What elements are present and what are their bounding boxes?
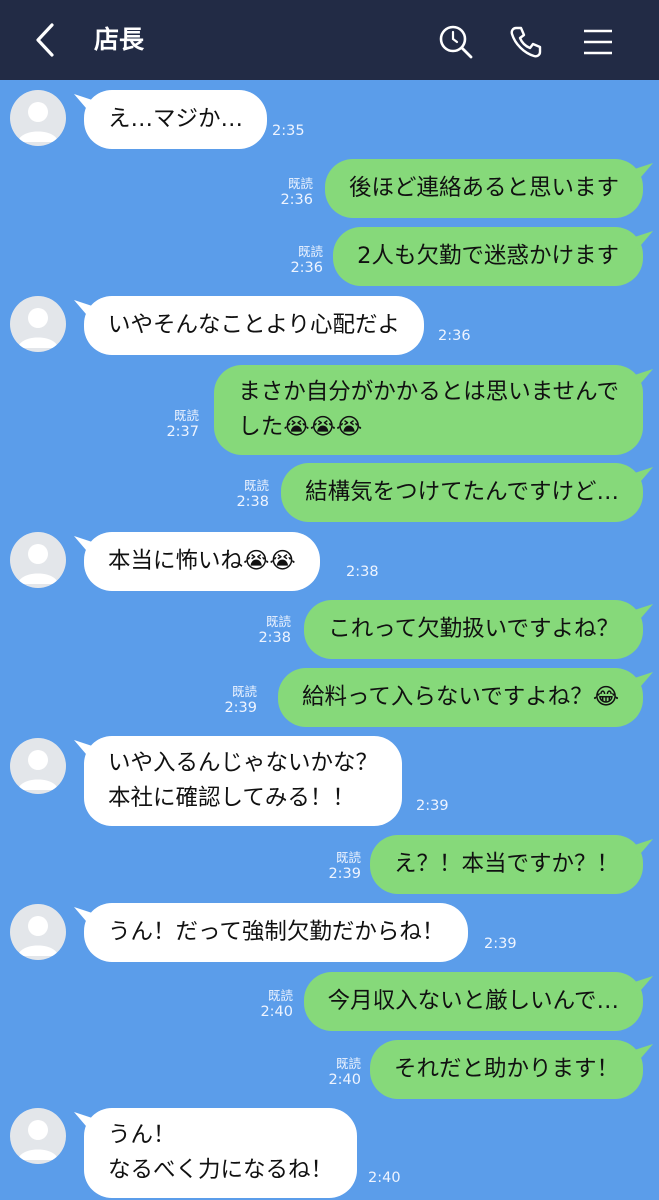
avatar[interactable]	[10, 296, 66, 352]
message-time: 2:37	[166, 424, 199, 440]
message-bubble[interactable]: 今月収入ないと厳しいんで…	[303, 972, 643, 1031]
read-receipt: 既読	[173, 408, 199, 423]
message-meta: 既読 2:36	[290, 244, 323, 276]
search-icon	[439, 25, 473, 59]
message-time: 2:39	[484, 936, 517, 952]
message-bubble[interactable]: それだと助かります！	[369, 1040, 643, 1099]
message-bubble[interactable]: いやそんなことより心配だよ	[84, 296, 425, 355]
message-time: 2:36	[280, 192, 313, 208]
message-bubble[interactable]: これって欠勤扱いですよね？	[304, 600, 643, 659]
call-button[interactable]	[506, 22, 546, 62]
message-time: 2:40	[328, 1072, 361, 1088]
message-time: 2:39	[224, 700, 257, 716]
avatar[interactable]	[10, 90, 66, 146]
avatar[interactable]	[10, 1108, 66, 1164]
message-meta: 既読 2:39	[224, 684, 257, 716]
read-receipt: 既読	[265, 614, 291, 629]
read-receipt: 既読	[243, 478, 269, 493]
read-receipt: 既読	[335, 1056, 361, 1071]
message-meta: 既読 2:36	[280, 176, 313, 208]
read-receipt: 既読	[335, 850, 361, 865]
menu-icon	[584, 29, 612, 55]
chevron-left-icon	[36, 23, 54, 57]
default-avatar-icon	[18, 1120, 58, 1160]
page-title: 店長	[94, 25, 145, 54]
message-meta: 既読 2:38	[258, 614, 291, 646]
default-avatar-icon	[18, 916, 58, 956]
message-bubble[interactable]: え？！本当ですか？！	[369, 835, 643, 894]
message-meta: 既読 2:38	[236, 478, 269, 510]
message-bubble[interactable]: え…マジか…	[84, 90, 268, 149]
message-time: 2:38	[236, 494, 269, 510]
message-time: 2:36	[438, 328, 471, 344]
message-bubble[interactable]: 給料って入らないですよね？😂	[278, 668, 643, 727]
message-time: 2:35	[272, 123, 305, 139]
avatar[interactable]	[10, 532, 66, 588]
message-time: 2:38	[346, 564, 379, 580]
search-button[interactable]	[436, 22, 476, 62]
message-list[interactable]: え…マジか… 2:35 既読 2:36 後ほど連絡あると思います 既読 2:36…	[0, 80, 659, 1200]
message-bubble[interactable]: 結構気をつけてたんですけど…	[281, 463, 643, 522]
message-bubble[interactable]: うん！だって強制欠勤だからね！	[84, 903, 469, 962]
chat-header: 店長	[0, 0, 659, 80]
default-avatar-icon	[18, 102, 58, 142]
message-meta: 既読 2:40	[328, 1056, 361, 1088]
read-receipt: 既読	[287, 176, 313, 191]
message-time: 2:36	[290, 260, 323, 276]
default-avatar-icon	[18, 308, 58, 348]
message-time: 2:39	[416, 798, 449, 814]
message-meta: 既読 2:37	[166, 408, 199, 440]
message-bubble[interactable]: まさか自分がかかるとは思いませんで した😭😭😭	[214, 365, 643, 455]
phone-icon	[510, 26, 542, 58]
avatar[interactable]	[10, 904, 66, 960]
default-avatar-icon	[18, 544, 58, 584]
message-meta: 既読 2:39	[328, 850, 361, 882]
message-time: 2:38	[258, 630, 291, 646]
message-meta: 既読 2:40	[260, 988, 293, 1020]
read-receipt: 既読	[267, 988, 293, 1003]
menu-button[interactable]	[578, 22, 618, 62]
read-receipt: 既読	[297, 244, 323, 259]
message-time: 2:40	[368, 1170, 401, 1186]
message-time: 2:40	[260, 1004, 293, 1020]
avatar[interactable]	[10, 738, 66, 794]
message-time: 2:39	[328, 866, 361, 882]
message-bubble[interactable]: 後ほど連絡あると思います	[324, 159, 643, 218]
message-bubble[interactable]: 本当に怖いね😭😭	[84, 532, 320, 591]
default-avatar-icon	[18, 750, 58, 790]
back-button[interactable]	[30, 22, 60, 58]
read-receipt: 既読	[231, 684, 257, 699]
message-bubble[interactable]: うん！ なるべく力になるね！	[84, 1108, 358, 1198]
message-bubble[interactable]: いや入るんじゃないかな？ 本社に確認してみる！！	[84, 736, 403, 826]
message-bubble[interactable]: 2人も欠勤で迷惑かけます	[333, 227, 643, 286]
